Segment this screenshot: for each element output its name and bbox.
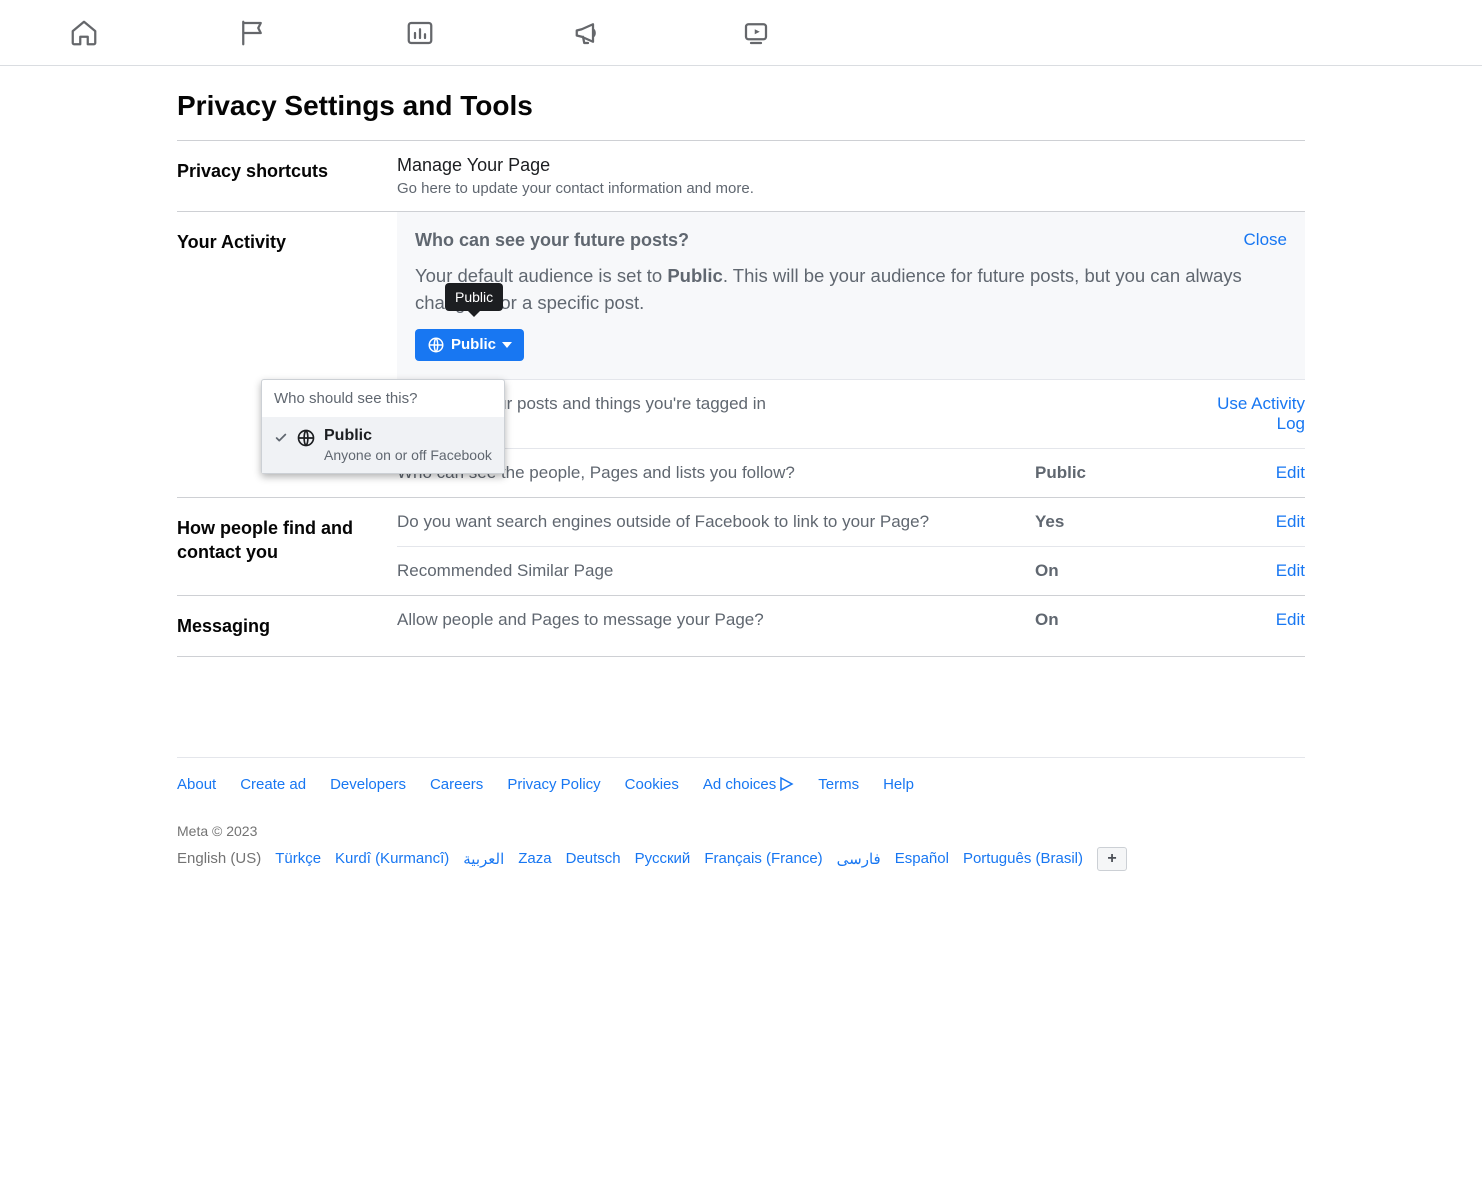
footer-link-create-ad[interactable]: Create ad: [240, 776, 306, 793]
row-allow-messaging: Allow people and Pages to message your P…: [397, 596, 1305, 644]
popover-title: Who should see this?: [262, 380, 504, 417]
footer-link-privacy-policy[interactable]: Privacy Policy: [507, 776, 600, 793]
nav-insights[interactable]: [336, 0, 504, 65]
edit-link[interactable]: Edit: [1276, 561, 1305, 580]
megaphone-icon: [573, 18, 603, 48]
edit-link[interactable]: Edit: [1276, 610, 1305, 629]
language-list: English (US) Türkçe Kurdî (Kurmancî) الع…: [177, 847, 1305, 871]
lang-link[interactable]: Zaza: [518, 850, 551, 867]
row-label: Do you want search engines outside of Fa…: [397, 512, 1035, 532]
adchoices-icon: [778, 776, 794, 792]
chart-icon: [405, 18, 435, 48]
row-value: On: [1035, 610, 1215, 630]
close-link[interactable]: Close: [1244, 230, 1287, 250]
row-value: Public: [1035, 463, 1215, 483]
footer-link-ad-choices[interactable]: Ad choices: [703, 776, 794, 793]
row-title: Manage Your Page: [397, 155, 1305, 176]
row-manage-page[interactable]: Manage Your Page Go here to update your …: [397, 141, 1305, 211]
footer-link-about[interactable]: About: [177, 776, 216, 793]
lang-link[interactable]: Français (France): [704, 850, 822, 867]
popover-option-public[interactable]: Public Anyone on or off Facebook: [262, 417, 504, 473]
audience-popover: Who should see this? Public Anyone on or…: [261, 379, 505, 474]
row-follow-visibility: Who can see the people, Pages and lists …: [397, 448, 1305, 497]
footer-link-help[interactable]: Help: [883, 776, 914, 793]
nav-ads[interactable]: [504, 0, 672, 65]
globe-icon: [427, 336, 445, 354]
lang-link[interactable]: Português (Brasil): [963, 850, 1083, 867]
popover-option-title: Public: [324, 427, 492, 445]
lang-link[interactable]: Deutsch: [566, 850, 621, 867]
nav-home[interactable]: [0, 0, 168, 65]
lang-link[interactable]: Español: [895, 850, 949, 867]
audience-selector-button[interactable]: Public Public: [415, 329, 524, 361]
section-your-activity: Your Activity Close Who can see your fut…: [177, 211, 1305, 497]
footer-link-careers[interactable]: Careers: [430, 776, 483, 793]
section-heading: How people find and contact you: [177, 516, 397, 565]
footer: About Create ad Developers Careers Priva…: [177, 757, 1305, 871]
edit-link[interactable]: Edit: [1276, 463, 1305, 482]
row-label: Recommended Similar Page: [397, 561, 1035, 581]
lang-link[interactable]: Русский: [635, 850, 691, 867]
section-heading: Messaging: [177, 614, 397, 638]
lang-link[interactable]: فارسی: [837, 850, 881, 868]
edit-link[interactable]: Edit: [1276, 512, 1305, 531]
lang-link[interactable]: العربية: [463, 850, 504, 868]
section-heading: Privacy shortcuts: [177, 159, 397, 183]
row-label: Allow people and Pages to message your P…: [397, 610, 1035, 630]
lang-link[interactable]: Türkçe: [275, 850, 321, 867]
nav-flag[interactable]: [168, 0, 336, 65]
lang-link[interactable]: Kurdî (Kurmancî): [335, 850, 449, 867]
section-heading: Your Activity: [177, 230, 397, 254]
add-language-button[interactable]: +: [1097, 847, 1127, 871]
popover-option-subtitle: Anyone on or off Facebook: [324, 447, 492, 463]
row-subtitle: Go here to update your contact informati…: [397, 180, 1305, 197]
page-title: Privacy Settings and Tools: [177, 66, 1305, 140]
audience-button-label: Public: [451, 336, 496, 353]
row-review-posts: Review all your posts and things you're …: [397, 379, 1305, 448]
use-activity-log-link[interactable]: Use Activity Log: [1217, 394, 1305, 433]
video-icon: [741, 18, 771, 48]
footer-links: About Create ad Developers Careers Priva…: [177, 776, 1305, 793]
row-future-posts-expanded: Close Who can see your future posts? You…: [397, 212, 1305, 379]
nav-video[interactable]: [672, 0, 840, 65]
footer-link-developers[interactable]: Developers: [330, 776, 406, 793]
current-language: English (US): [177, 850, 261, 867]
globe-icon: [296, 428, 316, 448]
row-recommended-page: Recommended Similar Page On Edit: [397, 546, 1305, 595]
copyright: Meta © 2023: [177, 823, 1305, 839]
flag-icon: [237, 18, 267, 48]
row-search-engines: Do you want search engines outside of Fa…: [397, 498, 1305, 546]
section-messaging: Messaging Allow people and Pages to mess…: [177, 595, 1305, 657]
footer-link-terms[interactable]: Terms: [818, 776, 859, 793]
footer-link-cookies[interactable]: Cookies: [625, 776, 679, 793]
row-value: On: [1035, 561, 1215, 581]
section-privacy-shortcuts: Privacy shortcuts Manage Your Page Go he…: [177, 140, 1305, 211]
tooltip: Public: [445, 283, 503, 311]
row-value: Yes: [1035, 512, 1215, 532]
expanded-title: Who can see your future posts?: [415, 230, 1287, 251]
section-find-contact: How people find and contact you Do you w…: [177, 497, 1305, 595]
top-nav: [0, 0, 1482, 66]
check-icon: [274, 431, 288, 445]
home-icon: [69, 18, 99, 48]
expanded-description: Your default audience is set to Public. …: [415, 263, 1287, 317]
caret-down-icon: [502, 342, 512, 348]
